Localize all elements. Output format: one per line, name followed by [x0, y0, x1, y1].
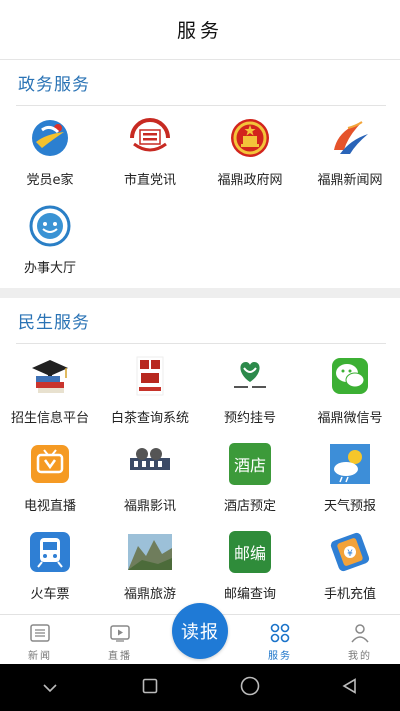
train-icon: [28, 530, 72, 574]
service-label: 福鼎新闻网: [317, 173, 383, 188]
service-label: 天气预报: [323, 499, 376, 514]
service-tourism[interactable]: 福鼎旅游: [100, 520, 200, 608]
service-label: 市直党讯: [123, 173, 176, 188]
service-label: 火车票: [30, 587, 70, 602]
home-icon[interactable]: [240, 676, 260, 700]
tab-label: 我的: [348, 651, 372, 662]
tab-live[interactable]: 直播: [80, 615, 160, 664]
service-service-hall[interactable]: 办事大厅: [0, 194, 100, 282]
back-icon[interactable]: [342, 677, 358, 698]
service-label: 预约挂号: [223, 411, 276, 426]
service-label: 招生信息平台: [10, 411, 89, 426]
graduation-icon: [28, 354, 72, 398]
section-livelihood: 民生服务 招生信息平台 白茶查询系统 预约挂号 福鼎微信号 电视直播 福鼎影讯 …: [0, 298, 400, 608]
section-separator: [0, 288, 400, 298]
service-label: 邮编查询: [223, 587, 276, 602]
section-title-row: 政务服务: [0, 60, 400, 105]
bottom-tab-bar: 新闻 直播 读报 服务 我的: [0, 603, 400, 664]
page-title: 服务: [176, 20, 223, 42]
service-tv-live[interactable]: 电视直播: [0, 432, 100, 520]
tourism-icon: [128, 530, 172, 574]
service-label: 手机充值: [323, 587, 376, 602]
service-label: 福鼎影讯: [123, 499, 176, 514]
read-paper-button[interactable]: 读报: [172, 603, 228, 659]
service-appointment[interactable]: 预约挂号: [200, 344, 300, 432]
white-tea-icon: [128, 354, 172, 398]
service-hall-icon: [28, 204, 72, 248]
weather-icon: [328, 442, 372, 486]
hotel-icon: 酒店: [228, 442, 272, 486]
service-label: 党员e家: [26, 173, 74, 188]
app-header: 服务: [0, 0, 400, 60]
cinema-icon: [128, 442, 172, 486]
tab-label: 新闻: [28, 651, 52, 662]
section-title: 政务服务: [18, 75, 90, 95]
service-postcode[interactable]: 邮编 邮编查询: [200, 520, 300, 608]
tab-news[interactable]: 新闻: [0, 615, 80, 664]
party-member-home-icon: [28, 116, 72, 160]
tv-icon: [28, 442, 72, 486]
tab-label: 直播: [108, 651, 132, 662]
service-party-member-home[interactable]: 党员e家: [0, 106, 100, 194]
tab-read-paper[interactable]: 读报: [160, 603, 240, 664]
service-grid-icon: [269, 623, 291, 643]
section-title: 民生服务: [18, 313, 90, 333]
section-government: 政务服务 党员e家 市直党讯 福鼎政府网 福鼎新闻网 办事大厅: [0, 60, 400, 282]
phone-recharge-icon: ¥: [328, 530, 372, 574]
svg-text:¥: ¥: [347, 549, 353, 559]
city-party-news-icon: [128, 116, 172, 160]
live-icon: [109, 623, 131, 643]
postcode-icon-text: 邮编: [229, 531, 271, 573]
service-label: 办事大厅: [23, 261, 76, 276]
tab-label: 服务: [268, 651, 292, 662]
recent-apps-icon[interactable]: [142, 678, 158, 698]
collapse-icon[interactable]: [42, 678, 58, 697]
tab-profile[interactable]: 我的: [320, 615, 400, 664]
service-label: 白茶查询系统: [110, 411, 189, 426]
service-label: 电视直播: [23, 499, 76, 514]
national-emblem-icon: [228, 116, 272, 160]
profile-icon: [349, 623, 371, 643]
news-icon: [29, 623, 51, 643]
service-label: 福鼎微信号: [317, 411, 383, 426]
service-fuding-gov[interactable]: 福鼎政府网: [200, 106, 300, 194]
service-fuding-news[interactable]: 福鼎新闻网: [300, 106, 400, 194]
service-train[interactable]: 火车票: [0, 520, 100, 608]
service-city-party-news[interactable]: 市直党讯: [100, 106, 200, 194]
service-phone-recharge[interactable]: ¥ 手机充值: [300, 520, 400, 608]
service-grid: 党员e家 市直党讯 福鼎政府网 福鼎新闻网 办事大厅: [0, 106, 400, 282]
service-cinema[interactable]: 福鼎影讯: [100, 432, 200, 520]
service-label: 酒店预定: [223, 499, 276, 514]
service-enrollment[interactable]: 招生信息平台: [0, 344, 100, 432]
hospital-icon: [228, 354, 272, 398]
tab-service[interactable]: 服务: [240, 615, 320, 664]
service-hotel[interactable]: 酒店 酒店预定: [200, 432, 300, 520]
service-weather[interactable]: 天气预报: [300, 432, 400, 520]
service-wechat[interactable]: 福鼎微信号: [300, 344, 400, 432]
system-nav-bar: [0, 664, 400, 711]
service-label: 福鼎旅游: [123, 587, 176, 602]
fuding-news-icon: [328, 116, 372, 160]
section-title-row: 民生服务: [0, 298, 400, 343]
hotel-icon-text: 酒店: [229, 443, 271, 485]
service-white-tea[interactable]: 白茶查询系统: [100, 344, 200, 432]
service-grid: 招生信息平台 白茶查询系统 预约挂号 福鼎微信号 电视直播 福鼎影讯 酒店 酒店…: [0, 344, 400, 608]
service-label: 福鼎政府网: [217, 173, 283, 188]
postcode-icon: 邮编: [228, 530, 272, 574]
wechat-icon: [328, 354, 372, 398]
